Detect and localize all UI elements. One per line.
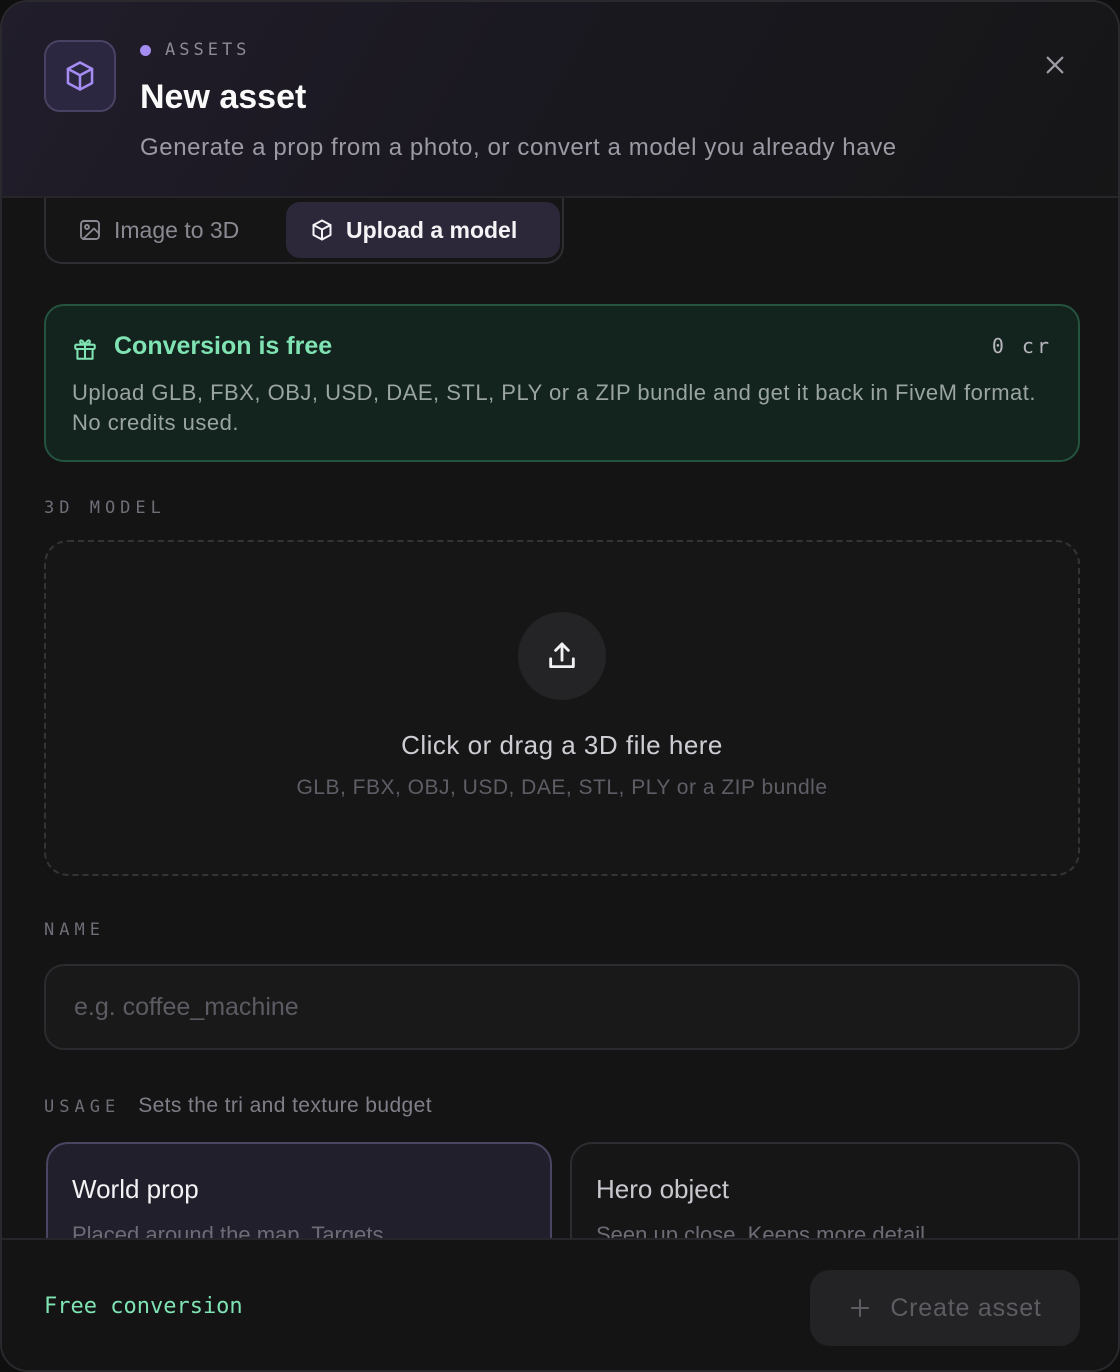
dialog-header: ASSETS New asset Generate a prop from a … — [2, 2, 1118, 198]
tab-upload-model[interactable]: Upload a model — [286, 202, 560, 258]
accent-dot — [140, 44, 151, 56]
tab-image-to-3d[interactable]: Image to 3D — [54, 202, 286, 258]
upload-icon — [549, 642, 575, 669]
dropzone-formats: GLB, FBX, OBJ, USD, DAE, STL, PLY or a Z… — [296, 776, 828, 799]
tab-label: Image to 3D — [114, 216, 240, 243]
name-input[interactable] — [44, 964, 1080, 1050]
dialog-footer: Free conversion Create asset — [2, 1238, 1118, 1370]
tab-label: Upload a model — [346, 216, 518, 243]
option-title: Hero object — [596, 1174, 729, 1204]
usage-label: USAGE — [44, 1097, 121, 1117]
plus-icon — [851, 1299, 870, 1317]
file-dropzone[interactable]: Click or drag a 3D file here GLB, FBX, O… — [44, 540, 1080, 876]
usage-hint: Sets the tri and texture budget — [138, 1094, 432, 1117]
banner-body: Upload GLB, FBX, OBJ, USD, DAE, STL, PLY… — [72, 380, 1037, 435]
dropzone-title: Click or drag a 3D file here — [401, 730, 723, 760]
mode-tabs: Image to 3D Upload a model — [44, 198, 564, 264]
new-asset-dialog: ASSETS New asset Generate a prop from a … — [0, 0, 1120, 1372]
cube-icon — [44, 40, 116, 112]
eyebrow: ASSETS — [140, 40, 250, 60]
eyebrow-label: ASSETS — [165, 40, 251, 60]
upload-icon-circle — [518, 612, 606, 700]
banner-title: Conversion is free — [114, 332, 333, 360]
footer-note: Free conversion — [44, 1294, 243, 1319]
image-icon — [80, 220, 100, 240]
model-label: 3D MODEL — [44, 498, 166, 518]
create-asset-button[interactable]: Create asset — [810, 1270, 1080, 1346]
usage-header: USAGE Sets the tri and texture budget — [44, 1094, 432, 1118]
close-button[interactable] — [1032, 42, 1078, 88]
gift-icon — [74, 339, 96, 360]
free-conversion-banner: Conversion is free 0 cr Upload GLB, FBX,… — [44, 304, 1080, 462]
close-icon — [1046, 56, 1064, 74]
option-title: World prop — [72, 1174, 199, 1204]
name-label: NAME — [44, 920, 105, 940]
credit-cost: 0 cr — [991, 334, 1052, 358]
create-label: Create asset — [890, 1293, 1042, 1322]
dialog-subtitle: Generate a prop from a photo, or convert… — [140, 134, 897, 161]
cube-icon — [312, 219, 332, 241]
dialog-title: New asset — [140, 78, 307, 116]
